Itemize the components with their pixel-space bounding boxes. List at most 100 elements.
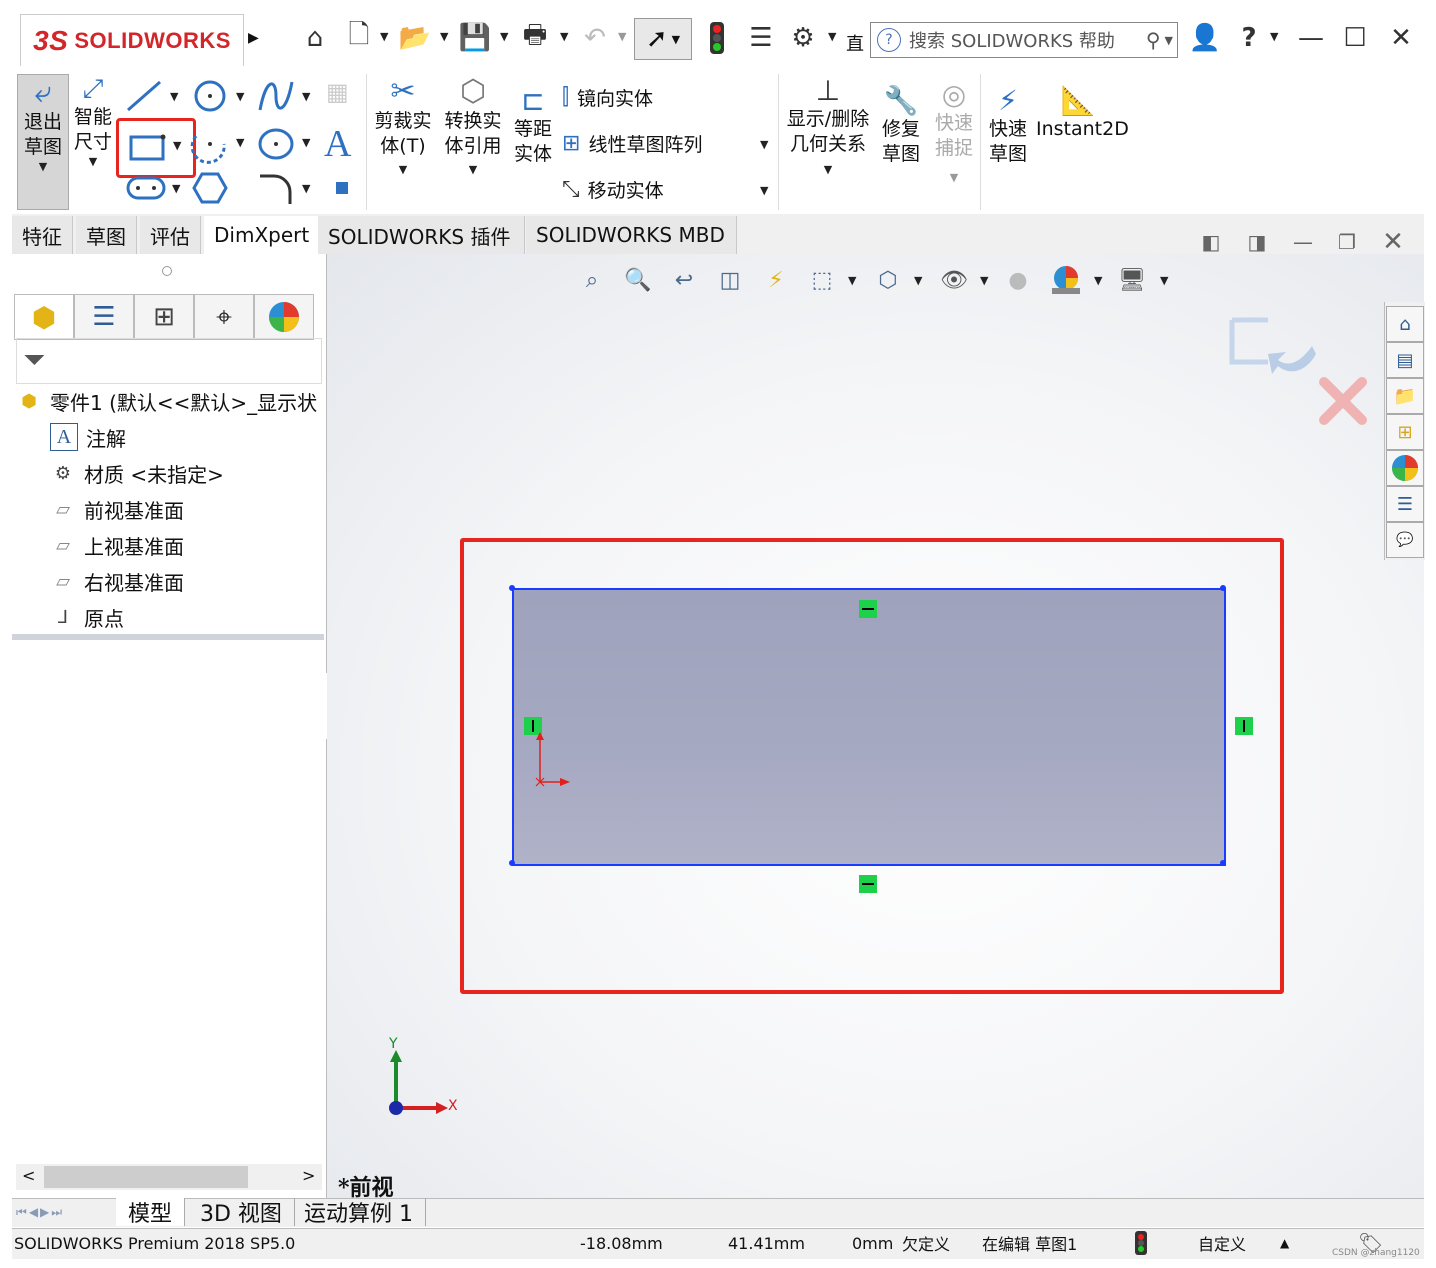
scroll-left-icon[interactable]: < bbox=[22, 1166, 35, 1185]
instant2d-button[interactable]: 📐 Instant2D bbox=[1036, 84, 1129, 164]
display-style-dropdown-icon[interactable]: ▼ bbox=[914, 274, 922, 287]
linear-pattern-dropdown-icon[interactable]: ▼ bbox=[760, 138, 768, 151]
text-tool-icon[interactable]: A bbox=[324, 122, 351, 166]
logo-menu-arrow-icon[interactable]: ▶ bbox=[248, 30, 259, 46]
view-settings-dropdown-icon[interactable]: ▼ bbox=[1160, 274, 1168, 287]
offset-entities-button[interactable]: ⊏ 等距 实体 bbox=[508, 84, 558, 194]
sketch-corner-point[interactable] bbox=[1220, 585, 1226, 591]
rollback-bar[interactable] bbox=[12, 634, 324, 640]
view-settings-icon[interactable]: 🖥 bbox=[1114, 262, 1150, 298]
rebuild-status-icon[interactable] bbox=[1134, 1230, 1148, 1256]
new-dropdown-icon[interactable]: ▼ bbox=[380, 30, 388, 43]
vertical-relation-icon[interactable] bbox=[1235, 717, 1253, 735]
tab-evaluate[interactable]: 评估 bbox=[140, 216, 201, 254]
spline-tool-button[interactable] bbox=[256, 78, 296, 114]
polygon-tool-button[interactable] bbox=[190, 170, 230, 206]
circle-dropdown-icon[interactable]: ▼ bbox=[236, 90, 244, 103]
line-dropdown-icon[interactable]: ▼ bbox=[170, 90, 178, 103]
help-dropdown-icon[interactable]: ▼ bbox=[1270, 30, 1278, 43]
quick-snaps-button[interactable]: ◎ 快速 捕捉 ▼ bbox=[930, 78, 978, 208]
next-tab-icon[interactable]: ▶ bbox=[40, 1205, 49, 1219]
mirror-entities-button[interactable]: ⫿ 镜向实体 bbox=[562, 80, 653, 114]
solidworks-logo[interactable]: 3S SOLIDWORKS bbox=[20, 14, 244, 68]
tree-item-right-plane[interactable]: ▱ 右视基准面 bbox=[50, 564, 184, 598]
hide-show-items-icon[interactable]: 👁 bbox=[936, 262, 972, 298]
unit-system-dropdown-icon[interactable]: ▲ bbox=[1280, 1230, 1289, 1256]
sketch-corner-point[interactable] bbox=[509, 860, 515, 866]
search-icon[interactable]: ⚲ bbox=[1146, 28, 1161, 52]
tab-motion-study[interactable]: 运动算例 1 bbox=[292, 1198, 426, 1227]
open-dropdown-icon[interactable]: ▼ bbox=[440, 30, 448, 43]
options-dropdown-icon[interactable]: ▼ bbox=[828, 30, 836, 43]
sketch-corner-point[interactable] bbox=[509, 585, 515, 591]
print-icon[interactable]: 🖶 bbox=[518, 18, 552, 58]
undo-dropdown-icon[interactable]: ▼ bbox=[618, 30, 626, 43]
display-delete-relations-button[interactable]: ⊥ 显示/删除 几何关系 ▼ bbox=[782, 74, 874, 208]
view-palette-icon[interactable]: ⊞ bbox=[1386, 414, 1424, 450]
line-tool-button[interactable] bbox=[124, 78, 164, 114]
hide-show-dropdown-icon[interactable]: ▼ bbox=[980, 274, 988, 287]
ellipse-dropdown-icon[interactable]: ▼ bbox=[302, 136, 310, 149]
view-orientation-dropdown-icon[interactable]: ▼ bbox=[848, 274, 856, 287]
tab-features[interactable]: 特征 bbox=[12, 216, 73, 254]
user-account-icon[interactable]: 👤 bbox=[1188, 18, 1222, 58]
save-dropdown-icon[interactable]: ▼ bbox=[500, 30, 508, 43]
select-tool-button[interactable]: ➚ ▼ bbox=[634, 18, 692, 60]
appearances-icon[interactable] bbox=[1386, 450, 1424, 486]
exit-sketch-button[interactable]: ⤶ 退出 草图 ▼ bbox=[17, 74, 69, 210]
move-entities-button[interactable]: ⤡ 移动实体 bbox=[562, 172, 664, 206]
display-manager-tab[interactable] bbox=[254, 294, 314, 340]
sketch-rectangle[interactable] bbox=[512, 588, 1226, 866]
section-view-icon[interactable]: ◫ bbox=[712, 262, 748, 298]
fillet-tool-button[interactable] bbox=[256, 170, 296, 206]
cancel-sketch-icon[interactable] bbox=[1318, 376, 1368, 426]
tab-dimxpert[interactable]: DimXpert bbox=[204, 216, 319, 254]
tree-item-annotations[interactable]: A 注解 bbox=[50, 420, 126, 454]
arc-dropdown-icon[interactable]: ▼ bbox=[236, 136, 244, 149]
repair-sketch-button[interactable]: 🔧 修复 草图 bbox=[876, 84, 926, 194]
scroll-thumb[interactable] bbox=[44, 1166, 248, 1188]
property-manager-tab[interactable]: ☰ bbox=[74, 294, 134, 340]
file-explorer-icon[interactable]: 📁 bbox=[1386, 378, 1424, 414]
search-dropdown-icon[interactable]: ▼ bbox=[1165, 34, 1173, 47]
tab-sketch[interactable]: 草图 bbox=[76, 216, 137, 254]
maximize-window-icon[interactable]: ☐ bbox=[1338, 18, 1372, 58]
tree-item-top-plane[interactable]: ▱ 上视基准面 bbox=[50, 528, 184, 562]
confirm-exit-sketch-icon[interactable] bbox=[1228, 316, 1318, 386]
linear-pattern-button[interactable]: ⊞ 线性草图阵列 bbox=[562, 126, 702, 160]
horizontal-relation-icon[interactable] bbox=[859, 875, 877, 893]
tab-mbd[interactable]: SOLIDWORKS MBD bbox=[526, 216, 737, 254]
slot-dropdown-icon[interactable]: ▼ bbox=[172, 182, 180, 195]
tree-item-origin[interactable]: ⅃ 原点 bbox=[50, 600, 124, 634]
dynamic-annotation-icon[interactable]: ⚡ bbox=[758, 262, 794, 298]
help-search-field[interactable]: ? 搜索 SOLIDWORKS 帮助 ⚲ ▼ bbox=[870, 22, 1178, 58]
custom-properties-icon[interactable]: ☰ bbox=[1386, 486, 1424, 522]
rebuild-traffic-light-icon[interactable] bbox=[700, 18, 734, 58]
tree-horizontal-scrollbar[interactable]: < > bbox=[16, 1164, 322, 1190]
previous-view-icon[interactable]: ↩ bbox=[666, 262, 702, 298]
tab-model[interactable]: 模型 bbox=[116, 1198, 186, 1227]
rectangle-tool-highlight[interactable]: ▼ bbox=[116, 118, 196, 178]
file-properties-icon[interactable]: ☰ bbox=[744, 18, 778, 58]
home-icon[interactable]: ⌂ bbox=[298, 18, 332, 58]
horizontal-relation-icon[interactable] bbox=[859, 600, 877, 618]
panel-collapse-handle[interactable] bbox=[162, 266, 172, 276]
last-tab-icon[interactable]: ⏭ bbox=[51, 1205, 62, 1220]
tree-item-material[interactable]: ⚙ 材质 <未指定> bbox=[50, 456, 224, 490]
smart-dimension-button[interactable]: ⤢ 智能 尺寸 ▼ bbox=[70, 74, 116, 208]
tab-addins[interactable]: SOLIDWORKS 插件 bbox=[318, 216, 525, 254]
prev-tab-icon[interactable]: ◀ bbox=[29, 1205, 38, 1219]
point-tool-icon[interactable] bbox=[336, 182, 348, 194]
filter-bar[interactable]: ⏷ bbox=[16, 338, 322, 384]
zoom-to-area-icon[interactable]: 🔍 bbox=[620, 262, 656, 298]
fillet-dropdown-icon[interactable]: ▼ bbox=[302, 182, 310, 195]
design-library-icon[interactable]: ▤ bbox=[1386, 342, 1424, 378]
rapid-sketch-button[interactable]: ⚡ 快速 草图 bbox=[984, 84, 1032, 194]
sketch-corner-point[interactable] bbox=[1220, 860, 1226, 866]
options-gear-icon[interactable]: ⚙ bbox=[786, 18, 820, 58]
move-dropdown-icon[interactable]: ▼ bbox=[760, 184, 768, 197]
feature-manager-tab[interactable]: ⬢ bbox=[14, 294, 74, 340]
tab-scroll-arrows[interactable]: ⏮ ◀ ▶ ⏭ bbox=[16, 1200, 110, 1224]
slot-tool-button[interactable] bbox=[124, 172, 168, 204]
apply-scene-icon[interactable] bbox=[1048, 262, 1084, 298]
